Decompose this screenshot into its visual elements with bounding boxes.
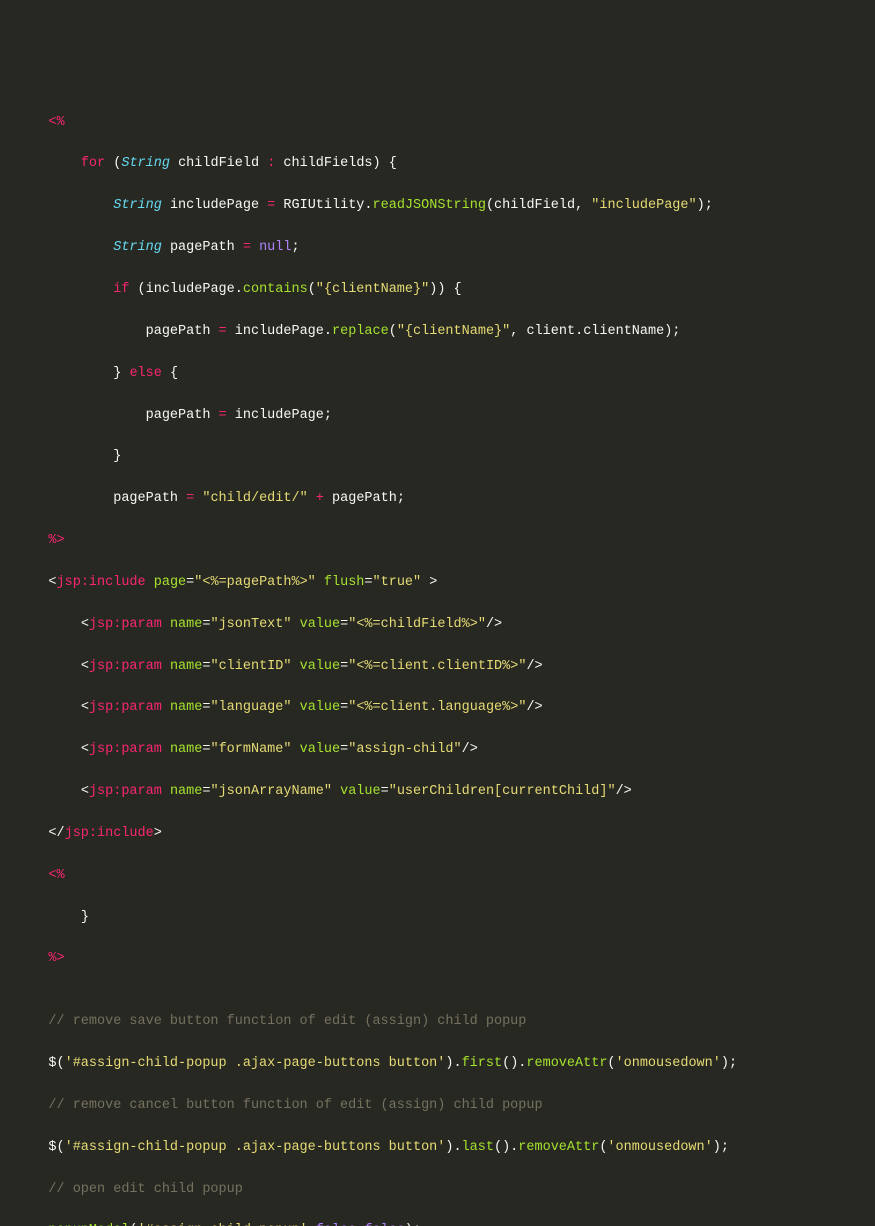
code-line: $('#assign-child-popup .ajax-page-button… bbox=[16, 1054, 859, 1075]
code-line: pagePath = "child/edit/" + pagePath; bbox=[16, 489, 859, 510]
code-editor[interactable]: <% for (String childField : childFields)… bbox=[16, 92, 859, 1226]
code-line: <jsp:param name="clientID" value="<%=cli… bbox=[16, 657, 859, 678]
code-line: <jsp:include page="<%=pagePath%>" flush=… bbox=[16, 573, 859, 594]
code-line: for (String childField : childFields) { bbox=[16, 154, 859, 175]
code-line: <jsp:param name="jsonArrayName" value="u… bbox=[16, 782, 859, 803]
code-line: // remove cancel button function of edit… bbox=[16, 1096, 859, 1117]
code-line: $('#assign-child-popup .ajax-page-button… bbox=[16, 1138, 859, 1159]
code-line: %> bbox=[16, 531, 859, 552]
code-line: </jsp:include> bbox=[16, 824, 859, 845]
code-line: pagePath = includePage.replace("{clientN… bbox=[16, 322, 859, 343]
code-line: } else { bbox=[16, 364, 859, 385]
code-line: // remove save button function of edit (… bbox=[16, 1012, 859, 1033]
code-line: popupModal('#assign-child-popup',false,f… bbox=[16, 1221, 859, 1226]
code-line: <jsp:param name="formName" value="assign… bbox=[16, 740, 859, 761]
code-line: <jsp:param name="jsonText" value="<%=chi… bbox=[16, 615, 859, 636]
code-line: pagePath = includePage; bbox=[16, 406, 859, 427]
code-line: <% bbox=[16, 113, 859, 134]
code-line: if (includePage.contains("{clientName}")… bbox=[16, 280, 859, 301]
code-line: // open edit child popup bbox=[16, 1180, 859, 1201]
code-line: String pagePath = null; bbox=[16, 238, 859, 259]
code-line: <% bbox=[16, 866, 859, 887]
code-line: } bbox=[16, 447, 859, 468]
code-line: } bbox=[16, 908, 859, 929]
code-line: String includePage = RGIUtility.readJSON… bbox=[16, 196, 859, 217]
code-line: <jsp:param name="language" value="<%=cli… bbox=[16, 698, 859, 719]
code-line: %> bbox=[16, 949, 859, 970]
